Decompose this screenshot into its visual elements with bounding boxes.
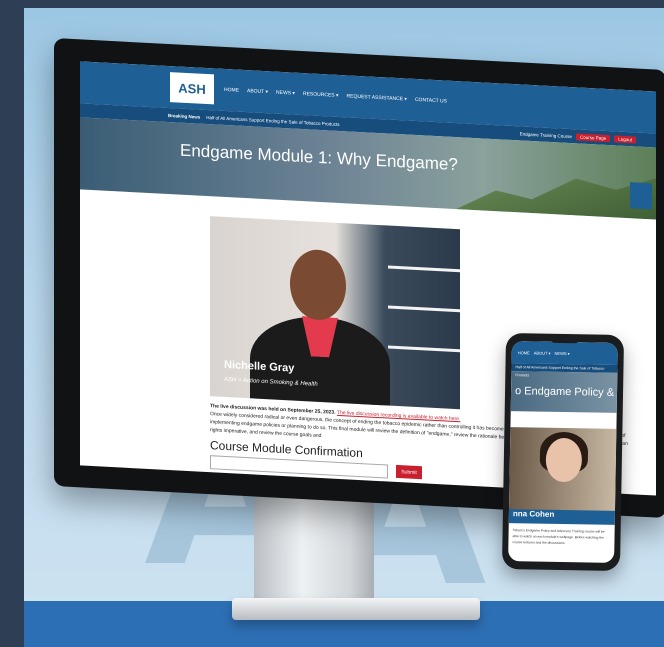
nav-news[interactable]: NEWS ▾: [276, 90, 295, 97]
phone-speaker-face: [545, 437, 583, 483]
california-badge-icon: [630, 182, 652, 210]
nav-request-assistance[interactable]: REQUEST ASSISTANCE ▾: [347, 93, 407, 102]
speaker-name: Nichelle Gray: [224, 358, 295, 375]
bookshelf: [388, 265, 460, 273]
background-scene: A A ASH HOME ABOUT ▾ NEWS ▾ RESOURCES ▾ …: [24, 8, 664, 647]
phone-nav-about[interactable]: ABOUT ▾: [534, 350, 551, 355]
breaking-news-label: Breaking News: [168, 112, 201, 120]
monitor-base: [232, 598, 480, 620]
phone-hero-title: o Endgame Policy & Advo: [510, 371, 618, 413]
page-title: Endgame Module 1: Why Endgame?: [180, 140, 458, 175]
bookshelf: [388, 345, 460, 353]
mountain-graphic: [456, 163, 656, 219]
nav-home[interactable]: HOME: [224, 87, 239, 94]
smartphone: HOME ABOUT ▾ NEWS ▾ Half of All American…: [501, 332, 625, 572]
phone-speaker-name: nna Cohen: [508, 509, 618, 525]
ash-logo[interactable]: ASH: [170, 72, 214, 105]
phone-navbar: HOME ABOUT ▾ NEWS ▾: [511, 341, 618, 365]
phone-nav-home[interactable]: HOME: [518, 350, 530, 355]
phone-body-text: Tobacco Endgame Policy and Advocacy Trai…: [512, 528, 605, 546]
speaker-head: [290, 248, 346, 322]
nav-contact[interactable]: CONTACT US: [415, 97, 447, 105]
phone-nav-news[interactable]: NEWS ▾: [555, 350, 570, 355]
course-page-button[interactable]: Course Page: [575, 132, 611, 142]
nav-about[interactable]: ABOUT ▾: [247, 88, 268, 95]
bookshelf: [388, 305, 460, 313]
submit-button[interactable]: Submit: [396, 464, 422, 480]
logout-button[interactable]: Logout: [614, 134, 636, 144]
phone-screen: HOME ABOUT ▾ NEWS ▾ Half of All American…: [508, 341, 618, 563]
nav-resources[interactable]: RESOURCES ▾: [303, 91, 339, 99]
course-label: Endgame Training Course: [519, 130, 572, 139]
lecture-video[interactable]: Nichelle Gray ASH > Action on Smoking & …: [210, 216, 460, 410]
phone-video[interactable]: [508, 427, 617, 513]
phone-notch: [549, 336, 581, 344]
